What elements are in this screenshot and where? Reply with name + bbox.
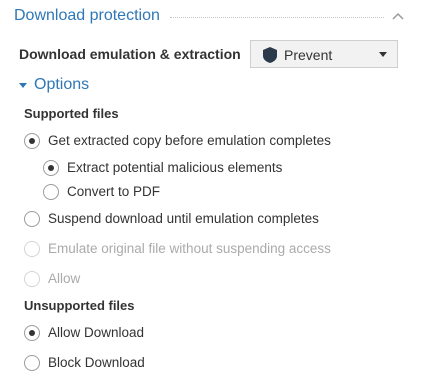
collapse-button[interactable] [390, 8, 406, 24]
radio-indicator [24, 271, 40, 287]
radio-label: Extract potential malicious elements [67, 160, 283, 175]
radio-convert-pdf[interactable]: Convert to PDF [43, 183, 243, 203]
unsupported-files-title: Unsupported files [24, 298, 135, 313]
radio-allow: Allow [24, 270, 144, 290]
radio-label: Allow [48, 271, 81, 286]
radio-label: Emulate original file without suspending… [48, 241, 331, 256]
radio-emulate-original: Emulate original file without suspending… [24, 240, 404, 260]
shield-icon [263, 47, 277, 63]
radio-indicator[interactable] [24, 133, 40, 149]
emulation-dropdown[interactable]: Prevent [250, 40, 398, 68]
radio-extract-malicious[interactable]: Extract potential malicious elements [43, 159, 343, 179]
radio-suspend-download[interactable]: Suspend download until emulation complet… [24, 210, 384, 230]
section-title: Download protection [14, 7, 160, 24]
chevron-up-icon [392, 12, 404, 20]
radio-block-download[interactable]: Block Download [24, 354, 224, 374]
radio-get-extracted-copy[interactable]: Get extracted copy before emulation comp… [24, 132, 384, 152]
triangle-down-icon [19, 83, 27, 88]
radio-label: Allow Download [48, 325, 145, 340]
radio-indicator[interactable] [43, 184, 59, 200]
radio-label: Convert to PDF [67, 184, 161, 199]
radio-label: Get extracted copy before emulation comp… [48, 133, 331, 148]
radio-allow-download[interactable]: Allow Download [24, 324, 224, 344]
radio-indicator[interactable] [24, 355, 40, 371]
radio-indicator[interactable] [24, 325, 40, 341]
radio-indicator[interactable] [43, 160, 59, 176]
caret-down-icon [379, 52, 387, 57]
supported-files-title: Supported files [24, 106, 119, 121]
radio-label: Suspend download until emulation complet… [48, 211, 319, 226]
section-header: Download protection [14, 0, 420, 32]
emulation-label: Download emulation & extraction [19, 46, 241, 62]
radio-indicator [24, 241, 40, 257]
section-divider [170, 17, 384, 18]
radio-indicator[interactable] [24, 211, 40, 227]
options-label: Options [34, 76, 90, 93]
emulation-dropdown-value: Prevent [284, 47, 333, 63]
radio-label: Block Download [48, 355, 145, 370]
